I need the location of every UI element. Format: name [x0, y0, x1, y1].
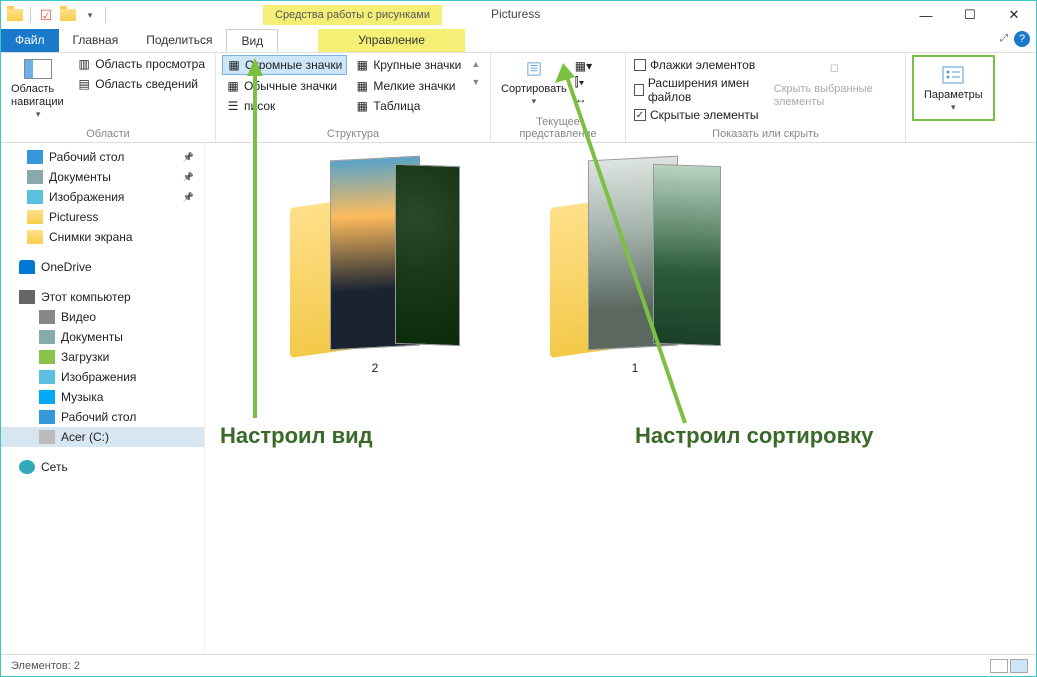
details-pane-button[interactable]: ▤Область сведений	[73, 75, 209, 93]
hide-selected-button: ◻ Скрыть выбранные элементы	[770, 55, 899, 111]
sort-icon	[518, 57, 550, 81]
tab-file[interactable]: Файл	[1, 29, 59, 52]
list-button[interactable]: ☰писок	[222, 97, 347, 115]
huge-icons-button[interactable]: ▦Огромные значки	[222, 55, 347, 75]
checkbox-file-ext[interactable]: Расширения имен файлов	[632, 75, 766, 105]
folder-icon[interactable]	[5, 5, 25, 25]
small-icons-button[interactable]: ▦Мелкие значки	[351, 77, 465, 95]
hide-selected-label: Скрыть выбранные элементы	[774, 83, 895, 109]
options-icon	[937, 63, 969, 87]
quick-access-toolbar: ☑ ▾	[1, 5, 113, 25]
ribbon: Область навигации ▾ ▥Область просмотра ▤…	[1, 53, 1036, 143]
tree-documents[interactable]: Документы	[1, 167, 204, 187]
close-button[interactable]: ✕	[992, 1, 1036, 29]
tab-home[interactable]: Главная	[59, 29, 133, 52]
folder-item-1[interactable]: 2	[285, 153, 465, 375]
content-area[interactable]: 2 1 Настроил вид Настроил сортировку	[205, 143, 1036, 655]
layout-scroll-up-icon[interactable]: ▲	[471, 59, 480, 69]
sort-button[interactable]: Сортировать ▾	[497, 55, 571, 109]
small-icons-icon: ▦	[355, 79, 369, 93]
title-bar: ☑ ▾ Средства работы с рисунками Pictures…	[1, 1, 1036, 29]
tree-desktop[interactable]: Рабочий стол	[1, 147, 204, 167]
status-bar: Элементов: 2	[1, 654, 1036, 676]
addcolumn-icon[interactable]: ⫿▾	[575, 75, 592, 90]
collapse-ribbon-icon[interactable]: ⤢	[1000, 33, 1008, 44]
preview-pane-button[interactable]: ▥Область просмотра	[73, 55, 209, 73]
hide-selected-icon: ◻	[818, 57, 850, 81]
normal-icons-icon: ▦	[226, 79, 240, 93]
minimize-button[interactable]: —	[904, 1, 948, 29]
tree-network[interactable]: Сеть	[1, 457, 204, 477]
preview-pane-icon: ▥	[77, 57, 91, 71]
window-title: Picturess	[491, 7, 540, 21]
folder-label: 1	[632, 361, 639, 375]
folder-item-2[interactable]: 1	[545, 153, 725, 375]
normal-icons-button[interactable]: ▦Обычные значки	[222, 77, 347, 95]
list-icon: ☰	[226, 99, 240, 113]
checkbox-item-checkboxes[interactable]: Флажки элементов	[632, 57, 766, 73]
tree-video[interactable]: Видео	[1, 307, 204, 327]
huge-icons-icon: ▦	[227, 58, 241, 72]
tree-documents2[interactable]: Документы	[1, 327, 204, 347]
maximize-button[interactable]: ☐	[948, 1, 992, 29]
help-icon[interactable]: ?	[1014, 31, 1030, 47]
annotation-sort-label: Настроил сортировку	[635, 423, 873, 449]
groupby-icon[interactable]: ▦▾	[575, 59, 592, 73]
folder-label: 2	[372, 361, 379, 375]
group-show-label: Показать или скрыть	[632, 128, 899, 142]
tiles-button[interactable]: ▦Таблица	[351, 97, 465, 115]
tree-picturess[interactable]: Picturess	[1, 207, 204, 227]
group-layout-label: Структура	[222, 128, 484, 142]
options-button[interactable]: Параметры ▾	[920, 61, 987, 115]
details-view-icon[interactable]	[990, 659, 1008, 673]
tiles-icon: ▦	[355, 99, 369, 113]
details-pane-icon: ▤	[77, 77, 91, 91]
ribbon-tabs: Файл Главная Поделиться Вид Управление ⤢…	[1, 29, 1036, 53]
main-area: Рабочий стол Документы Изображения Pictu…	[1, 143, 1036, 655]
large-icons-icon: ▦	[355, 58, 369, 72]
group-current-label: Текущее представление	[497, 116, 619, 142]
large-icons-button[interactable]: ▦Крупные значки	[351, 55, 465, 75]
status-item-count: Элементов: 2	[11, 660, 80, 672]
checkbox-hidden-items[interactable]: ✓Скрытые элементы	[632, 107, 766, 123]
qat-properties-icon[interactable]: ☑	[36, 5, 56, 25]
tree-desktop2[interactable]: Рабочий стол	[1, 407, 204, 427]
layout-scroll-down-icon[interactable]: ▼	[471, 77, 480, 87]
tree-music[interactable]: Музыка	[1, 387, 204, 407]
sort-label: Сортировать	[501, 83, 567, 96]
tab-view[interactable]: Вид	[226, 29, 278, 52]
options-label: Параметры	[924, 89, 983, 102]
nav-tree: Рабочий стол Документы Изображения Pictu…	[1, 143, 205, 655]
tree-acer-c[interactable]: Acer (C:)	[1, 427, 204, 447]
qat-newfolder-icon[interactable]	[58, 5, 78, 25]
group-panes-label: Области	[7, 128, 209, 142]
sizecolumns-icon[interactable]: ↔	[575, 92, 592, 106]
nav-pane-button[interactable]: Область навигации ▾	[7, 55, 69, 122]
nav-pane-label: Область навигации	[11, 83, 65, 109]
folder-thumbnail-icon	[550, 153, 720, 353]
tree-pictures[interactable]: Изображения	[1, 187, 204, 207]
tab-manage[interactable]: Управление	[318, 29, 465, 52]
tab-share[interactable]: Поделиться	[132, 29, 226, 52]
qat-dropdown-icon[interactable]: ▾	[80, 5, 100, 25]
annotation-view-label: Настроил вид	[220, 423, 373, 449]
tree-pictures2[interactable]: Изображения	[1, 367, 204, 387]
tree-downloads[interactable]: Загрузки	[1, 347, 204, 367]
context-tab-label: Средства работы с рисунками	[263, 5, 442, 25]
thumbnails-view-icon[interactable]	[1010, 659, 1028, 673]
tree-this-pc[interactable]: Этот компьютер	[1, 287, 204, 307]
tree-onedrive[interactable]: OneDrive	[1, 257, 204, 277]
folder-thumbnail-icon	[290, 153, 460, 353]
tree-screenshots[interactable]: Снимки экрана	[1, 227, 204, 247]
